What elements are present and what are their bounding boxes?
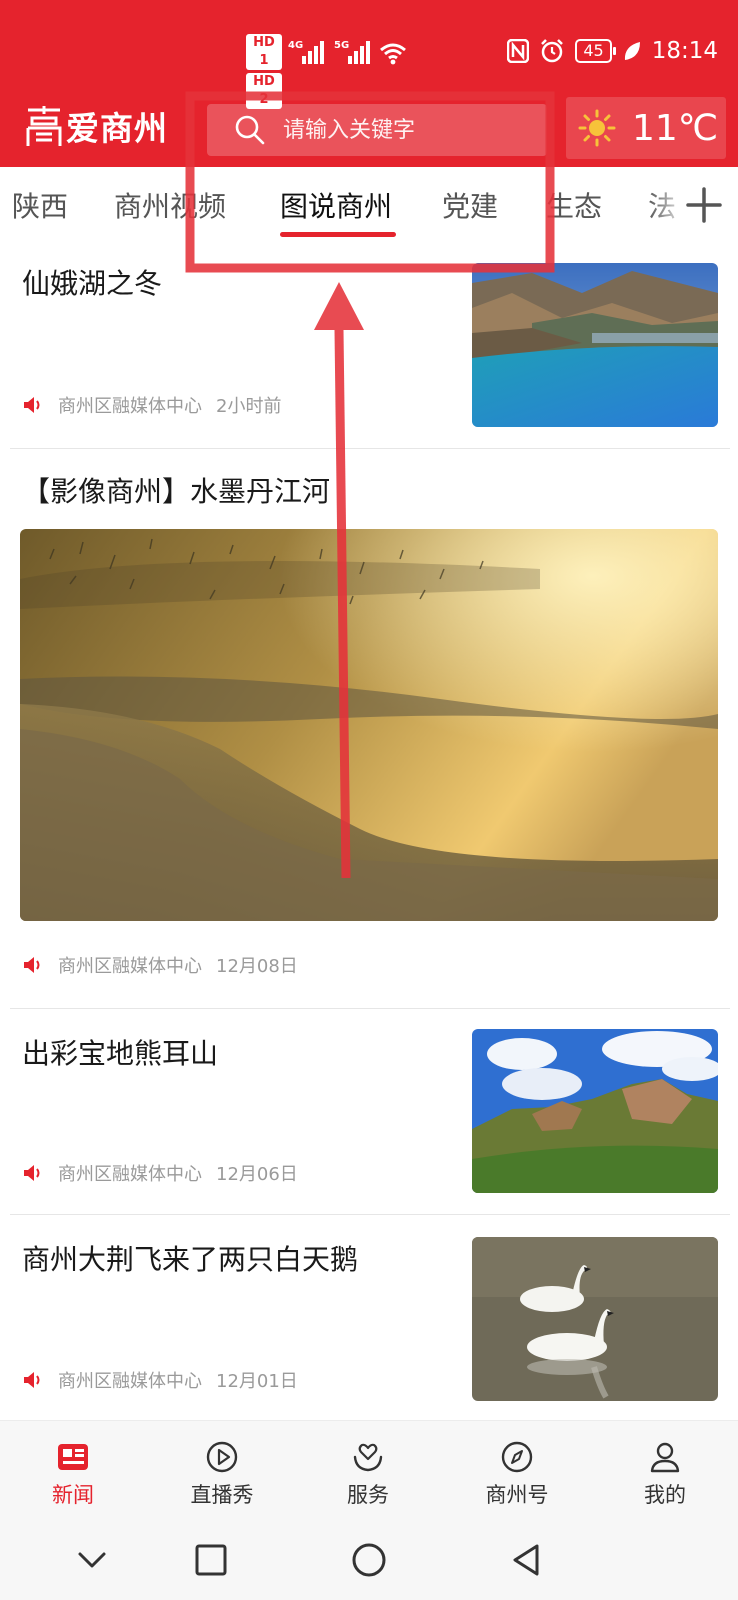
- logo-text: 爱商州: [66, 109, 168, 148]
- status-bar: HD 1 HD 2 4G 5G 45 18:14: [0, 0, 738, 109]
- ink-river-image: [20, 529, 718, 921]
- news-source: 商州区融媒体中心: [58, 396, 202, 417]
- news-thumbnail[interactable]: [472, 1237, 718, 1401]
- tab-picture-shangzhou[interactable]: 图说商州: [280, 185, 392, 225]
- signal-icon-1: [302, 41, 324, 64]
- chevron-down-icon[interactable]: [72, 1540, 112, 1580]
- mountain-image: [472, 1029, 718, 1193]
- wifi-icon: [380, 43, 406, 65]
- battery-indicator: 45: [575, 39, 617, 63]
- channel-tabs: 陕西 商州视频 图说商州 党建 生态 法: [0, 167, 738, 245]
- logo-mark-icon: [26, 106, 62, 146]
- bottom-navigation: 新闻 直播秀 服务 商州号 我的: [0, 1420, 738, 1520]
- play-icon: [206, 1441, 238, 1473]
- recent-apps-icon[interactable]: [191, 1540, 231, 1580]
- news-time: 12月01日: [216, 1371, 298, 1392]
- leaf-icon: [624, 42, 640, 60]
- news-time: 2小时前: [216, 396, 282, 417]
- search-input[interactable]: [283, 117, 543, 143]
- news-time: 12月06日: [216, 1164, 298, 1185]
- nav-label: 新闻: [52, 1483, 94, 1507]
- news-meta: 商州区融媒体中心 2小时前: [22, 392, 281, 418]
- swans-image: [472, 1237, 718, 1401]
- nav-mine[interactable]: 我的: [615, 1439, 715, 1509]
- news-meta: 商州区融媒体中心 12月08日: [22, 952, 298, 978]
- news-meta: 商州区融媒体中心 12月06日: [22, 1160, 298, 1186]
- speaker-icon[interactable]: [22, 1163, 44, 1183]
- alarm-icon: [541, 39, 564, 63]
- app-logo: 爱商州: [24, 102, 168, 150]
- speaker-icon[interactable]: [22, 395, 44, 415]
- nav-services[interactable]: 服务: [318, 1439, 418, 1509]
- news-icon: [58, 1444, 88, 1470]
- tab-ecology[interactable]: 生态: [546, 185, 602, 225]
- search-bar[interactable]: [207, 104, 547, 156]
- news-thumbnail[interactable]: [472, 1029, 718, 1193]
- service-icon: [353, 1443, 383, 1472]
- status-time: 18:14: [651, 38, 718, 64]
- news-title[interactable]: 出彩宝地熊耳山: [22, 1032, 218, 1072]
- nav-news[interactable]: 新闻: [23, 1439, 123, 1509]
- system-navigation: [0, 1520, 738, 1600]
- tab-party-building[interactable]: 党建: [442, 185, 498, 225]
- compass-icon: [501, 1441, 533, 1473]
- news-time: 12月08日: [216, 956, 298, 977]
- divider: [10, 448, 730, 449]
- news-source: 商州区融媒体中心: [58, 1164, 202, 1185]
- weather-widget[interactable]: 11℃: [566, 97, 726, 159]
- nav-shangzhou-account[interactable]: 商州号: [467, 1439, 567, 1509]
- news-title[interactable]: 商州大荆飞来了两只白天鹅: [22, 1238, 358, 1278]
- hd1-badge: HD 1: [246, 34, 282, 70]
- add-channel-icon[interactable]: [682, 183, 726, 227]
- nav-label: 商州号: [485, 1483, 549, 1507]
- nav-label: 我的: [644, 1483, 686, 1507]
- back-icon[interactable]: [507, 1540, 547, 1580]
- speaker-icon[interactable]: [22, 955, 44, 975]
- tab-shangzhou-video[interactable]: 商州视频: [114, 185, 226, 225]
- news-image[interactable]: [20, 529, 718, 921]
- news-meta: 商州区融媒体中心 12月01日: [22, 1367, 298, 1393]
- news-thumbnail[interactable]: [472, 263, 718, 427]
- status-right: 45 18:14: [507, 38, 718, 64]
- lake-winter-image: [472, 263, 718, 427]
- speaker-icon[interactable]: [22, 1370, 44, 1390]
- tab-shaanxi[interactable]: 陕西: [12, 185, 68, 225]
- nav-label: 服务: [347, 1483, 389, 1507]
- news-source: 商州区融媒体中心: [58, 1371, 202, 1392]
- hd-badges: HD 1 HD 2: [246, 34, 284, 112]
- divider: [10, 1214, 730, 1215]
- home-icon[interactable]: [349, 1540, 389, 1580]
- active-tab-indicator: [280, 232, 396, 237]
- search-icon: [235, 115, 265, 145]
- nav-live-show[interactable]: 直播秀: [172, 1439, 272, 1509]
- news-source: 商州区融媒体中心: [58, 956, 202, 977]
- news-title[interactable]: 【影像商州】水墨丹江河: [22, 470, 330, 510]
- divider: [10, 1008, 730, 1009]
- signal-icon-2: [348, 41, 370, 64]
- temperature: 11℃: [632, 107, 719, 149]
- app-header: HD 1 HD 2 4G 5G 45 18:14 爱商州 请输入关键字 11℃: [0, 0, 738, 167]
- news-title[interactable]: 仙娥湖之冬: [22, 262, 162, 302]
- sun-icon: [578, 109, 616, 147]
- nav-label: 直播秀: [190, 1483, 254, 1507]
- nfc-icon: [507, 39, 530, 63]
- user-icon: [650, 1442, 680, 1473]
